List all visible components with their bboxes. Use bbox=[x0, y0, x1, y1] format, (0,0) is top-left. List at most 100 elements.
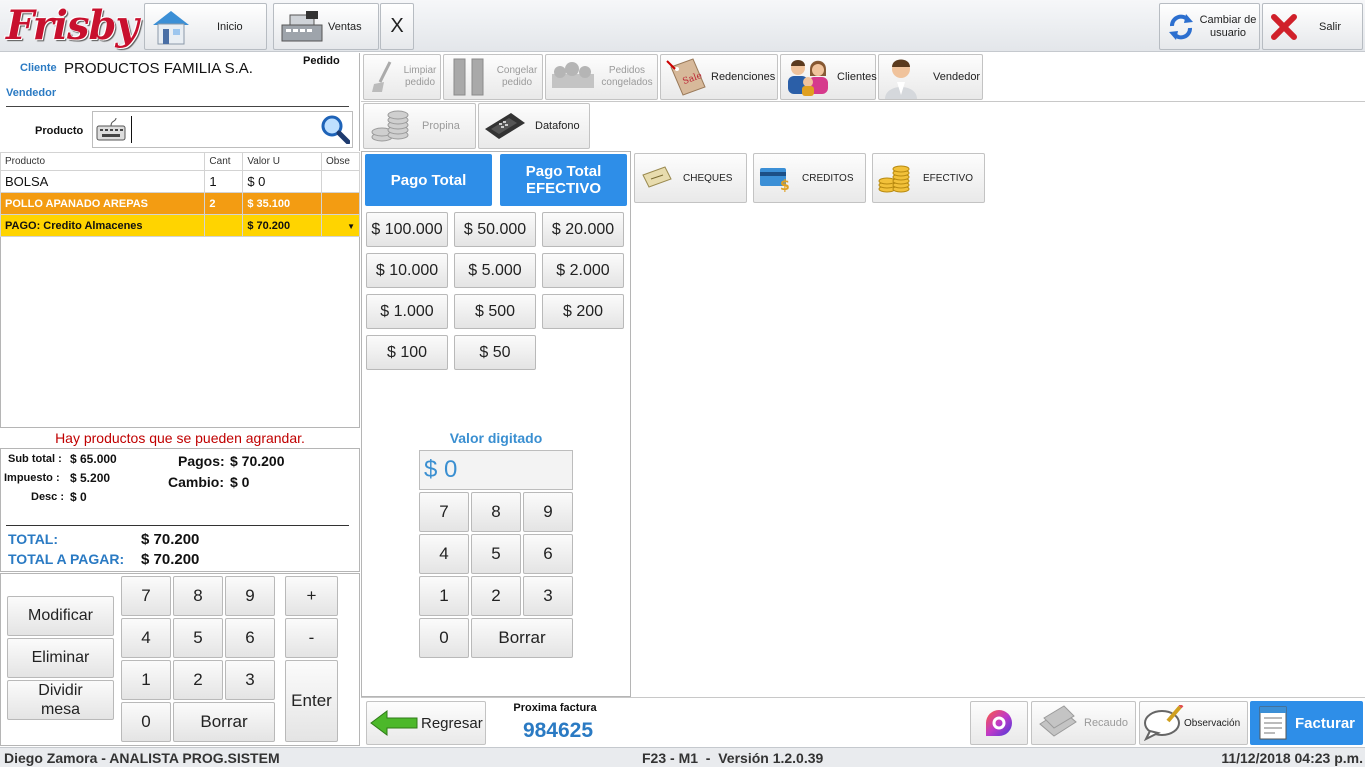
congelar-pedido-label: Congelar pedido bbox=[496, 65, 538, 88]
modificar-button[interactable]: Modificar bbox=[7, 596, 114, 636]
eliminar-button[interactable]: Eliminar bbox=[7, 638, 114, 678]
total-pagar-value: $ 70.200 bbox=[141, 551, 200, 568]
amount-50-button[interactable]: $ 50 bbox=[454, 335, 536, 370]
left-key-2-label: 2 bbox=[193, 670, 203, 689]
amount-20000-button[interactable]: $ 20.000 bbox=[542, 212, 624, 247]
enter-button[interactable]: Enter bbox=[285, 660, 338, 742]
speech-bubble-icon bbox=[1143, 705, 1184, 741]
left-key-6[interactable]: 6 bbox=[225, 618, 275, 658]
left-key-7[interactable]: 7 bbox=[121, 576, 171, 616]
cheques-button[interactable]: CHEQUES bbox=[634, 153, 747, 203]
left-key-3[interactable]: 3 bbox=[225, 660, 275, 700]
observacion-button[interactable]: Observación bbox=[1139, 701, 1248, 745]
amount-500-button[interactable]: $ 500 bbox=[454, 294, 536, 329]
efectivo-button[interactable]: EFECTIVO bbox=[872, 153, 985, 203]
keyboard-icon[interactable] bbox=[96, 118, 126, 142]
cell-producto: POLLO APANADO AREPAS bbox=[0, 192, 206, 215]
close-icon: X bbox=[390, 15, 404, 37]
redenciones-button[interactable]: Sale Redenciones bbox=[660, 54, 778, 100]
status-bar: Diego Zamora - ANALISTA PROG.SISTEM F23 … bbox=[0, 747, 1365, 767]
salir-button[interactable]: Salir bbox=[1262, 3, 1363, 50]
pay-key-2[interactable]: 2 bbox=[471, 576, 521, 616]
amount-10000-button[interactable]: $ 10.000 bbox=[366, 253, 448, 288]
pay-key-0[interactable]: 0 bbox=[419, 618, 469, 658]
creditos-button[interactable]: $ CREDITOS bbox=[753, 153, 866, 203]
money-icon bbox=[1039, 705, 1077, 737]
minus-button[interactable]: - bbox=[285, 618, 338, 658]
search-icon[interactable] bbox=[320, 114, 350, 144]
app-logo-button[interactable] bbox=[970, 701, 1028, 745]
table-row[interactable]: POLLO APANADO AREPAS 2 $ 35.100 bbox=[0, 192, 360, 215]
pay-key-5[interactable]: 5 bbox=[471, 534, 521, 574]
totals-divider bbox=[6, 525, 349, 526]
pay-key-8[interactable]: 8 bbox=[471, 492, 521, 532]
amount-5000-button[interactable]: $ 5.000 bbox=[454, 253, 536, 288]
limpiar-pedido-button[interactable]: Limpiar pedido bbox=[363, 54, 441, 100]
left-key-5[interactable]: 5 bbox=[173, 618, 223, 658]
producto-input[interactable] bbox=[131, 116, 316, 143]
propina-label: Propina bbox=[422, 120, 460, 132]
close-tab-button[interactable]: X bbox=[380, 3, 414, 50]
left-key-8[interactable]: 8 bbox=[173, 576, 223, 616]
refresh-icon bbox=[1169, 13, 1193, 40]
ventas-button[interactable]: Ventas bbox=[273, 3, 379, 50]
pay-key-4[interactable]: 4 bbox=[419, 534, 469, 574]
amount-label: $ 1.000 bbox=[380, 302, 434, 320]
vendedor-label: Vendedor bbox=[6, 87, 57, 99]
amount-200-button[interactable]: $ 200 bbox=[542, 294, 624, 329]
congelar-pedido-button[interactable]: Congelar pedido bbox=[443, 54, 543, 100]
left-borrar-button[interactable]: Borrar bbox=[173, 702, 275, 742]
pay-key-6[interactable]: 6 bbox=[523, 534, 573, 574]
facturar-button[interactable]: Facturar bbox=[1250, 701, 1363, 745]
col-valor: Valor U bbox=[242, 152, 323, 171]
left-key-1[interactable]: 1 bbox=[121, 660, 171, 700]
cell-producto: PAGO: Credito Almacenes bbox=[0, 214, 206, 237]
table-row[interactable]: PAGO: Credito Almacenes $ 70.200 ▼ bbox=[0, 214, 360, 237]
cell-valor: $ 70.200 bbox=[242, 214, 323, 237]
col-obse: Obse bbox=[321, 152, 360, 171]
amount-2000-button[interactable]: $ 2.000 bbox=[542, 253, 624, 288]
vendedor-icon bbox=[885, 59, 917, 99]
amount-100-button[interactable]: $ 100 bbox=[366, 335, 448, 370]
clientes-button[interactable]: Clientes bbox=[780, 54, 877, 100]
pay-borrar-label: Borrar bbox=[498, 628, 546, 647]
pay-key-9[interactable]: 9 bbox=[523, 492, 573, 532]
back-arrow-icon bbox=[370, 710, 418, 736]
inicio-button[interactable]: Inicio bbox=[144, 3, 267, 50]
impuesto-label: Impuesto : bbox=[4, 472, 60, 484]
amount-1000-button[interactable]: $ 1.000 bbox=[366, 294, 448, 329]
valor-digitado-display[interactable]: $ 0 bbox=[419, 450, 573, 490]
left-key-7-label: 7 bbox=[141, 586, 151, 605]
card-terminal-icon bbox=[485, 113, 525, 139]
left-key-2[interactable]: 2 bbox=[173, 660, 223, 700]
amount-50000-button[interactable]: $ 50.000 bbox=[454, 212, 536, 247]
datafono-button[interactable]: Datafono bbox=[478, 103, 590, 149]
pay-key-7[interactable]: 7 bbox=[419, 492, 469, 532]
regresar-button[interactable]: Regresar bbox=[366, 701, 486, 745]
pedidos-congelados-button[interactable]: Pedidos congelados bbox=[545, 54, 658, 100]
dividir-mesa-button[interactable]: Dividir mesa bbox=[7, 680, 114, 720]
left-key-0[interactable]: 0 bbox=[121, 702, 171, 742]
pago-total-button[interactable]: Pago Total bbox=[365, 154, 492, 206]
amount-100000-button[interactable]: $ 100.000 bbox=[366, 212, 448, 247]
status-datetime: 11/12/2018 04:23 p.m. bbox=[1221, 750, 1363, 766]
amount-label: $ 500 bbox=[474, 302, 516, 320]
left-key-4[interactable]: 4 bbox=[121, 618, 171, 658]
vendedor-button[interactable]: Vendedor bbox=[878, 54, 983, 100]
pago-total-efectivo-button[interactable]: Pago Total EFECTIVO bbox=[500, 154, 627, 206]
recaudo-button[interactable]: Recaudo bbox=[1031, 701, 1136, 745]
pay-borrar-button[interactable]: Borrar bbox=[471, 618, 573, 658]
cambiar-usuario-button[interactable]: Cambiar de usuario bbox=[1159, 3, 1260, 50]
left-key-9[interactable]: 9 bbox=[225, 576, 275, 616]
pay-key-3[interactable]: 3 bbox=[523, 576, 573, 616]
table-row[interactable]: BOLSA 1 $ 0 bbox=[0, 170, 360, 193]
amount-label: $ 20.000 bbox=[551, 220, 615, 238]
dropdown-arrow-icon[interactable]: ▼ bbox=[347, 222, 355, 231]
plus-button[interactable]: + bbox=[285, 576, 338, 616]
pay-key-1[interactable]: 1 bbox=[419, 576, 469, 616]
left-key-1-label: 1 bbox=[141, 670, 151, 689]
propina-button[interactable]: Propina bbox=[363, 103, 476, 149]
proxima-factura-value: 984625 bbox=[522, 719, 594, 742]
cell-valor: $ 0 bbox=[242, 170, 323, 193]
cell-obse bbox=[321, 170, 360, 193]
